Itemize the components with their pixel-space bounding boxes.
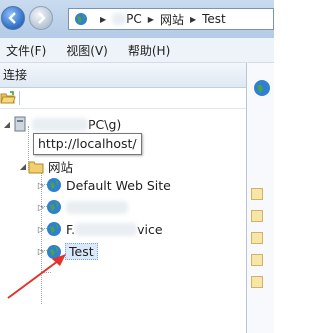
forward-arrow-icon bbox=[38, 12, 46, 24]
site-label-prefix: F. bbox=[66, 221, 76, 237]
chevron-right-icon: ▶ bbox=[100, 14, 107, 24]
menu-help[interactable]: 帮助(H) bbox=[128, 42, 170, 59]
forward-button[interactable] bbox=[29, 6, 53, 30]
breadcrumb: ▶ PC ▶ 网站 ▶ Test bbox=[94, 11, 226, 28]
expand-arrow-icon[interactable]: ▷ bbox=[36, 225, 46, 234]
folder-icon bbox=[28, 161, 44, 173]
globe-icon bbox=[47, 200, 61, 214]
connections-title: 连接 bbox=[0, 63, 246, 88]
server-label: PC\g) bbox=[88, 116, 122, 132]
server-icon bbox=[14, 116, 26, 132]
breadcrumb-server[interactable]: PC bbox=[126, 12, 142, 26]
back-button[interactable] bbox=[1, 6, 25, 30]
url-tooltip: http://localhost/ bbox=[33, 133, 142, 155]
connections-toolbar bbox=[0, 88, 246, 109]
back-arrow-icon bbox=[8, 12, 16, 24]
tree-node-server[interactable]: ◢ PC\g) bbox=[2, 116, 121, 132]
expand-arrow-icon[interactable]: ▷ bbox=[36, 181, 46, 190]
menu-file[interactable]: 文件(F) bbox=[6, 42, 46, 59]
chevron-right-icon: ▶ bbox=[147, 14, 154, 24]
menu-bar: 文件(F) 视图(V) 帮助(H) bbox=[0, 38, 274, 63]
site-label: Default Web Site bbox=[66, 177, 171, 193]
tree-node-default-web-site[interactable]: ▷ Default Web Site bbox=[36, 177, 171, 193]
menu-view[interactable]: 视图(V) bbox=[66, 42, 108, 59]
site-label: vice bbox=[137, 221, 163, 237]
collapse-arrow-icon[interactable]: ◢ bbox=[18, 162, 28, 171]
toolbar-divider bbox=[19, 91, 20, 105]
folder-icon bbox=[251, 232, 263, 244]
sites-label: 网站 bbox=[48, 160, 74, 175]
chevron-right-icon: ▶ bbox=[189, 14, 197, 24]
actions-panel bbox=[247, 63, 274, 333]
tree-node-sites[interactable]: ◢ 网站 bbox=[18, 157, 73, 176]
folder-icon bbox=[251, 210, 263, 222]
open-folder-icon[interactable] bbox=[0, 91, 16, 105]
globe-icon bbox=[75, 13, 87, 25]
globe-icon bbox=[47, 222, 61, 236]
folder-icon bbox=[251, 188, 263, 200]
collapse-arrow-icon[interactable]: ◢ bbox=[2, 120, 12, 129]
tree-node-site-2[interactable]: ▷ bbox=[36, 199, 132, 215]
globe-icon bbox=[254, 80, 270, 96]
breadcrumb-test[interactable]: Test bbox=[202, 12, 226, 26]
annotation-arrow bbox=[7, 254, 66, 299]
folder-icon bbox=[251, 276, 263, 288]
folder-icon bbox=[251, 254, 263, 266]
tree-node-site-3[interactable]: ▷ F. vice bbox=[36, 221, 163, 237]
globe-icon bbox=[47, 178, 61, 192]
address-bar[interactable]: ▶ PC ▶ 网站 ▶ Test bbox=[68, 8, 274, 30]
breadcrumb-sites[interactable]: 网站 bbox=[160, 11, 184, 28]
expand-arrow-icon[interactable]: ▷ bbox=[36, 203, 46, 212]
title-bar: ▶ PC ▶ 网站 ▶ Test bbox=[0, 0, 274, 38]
